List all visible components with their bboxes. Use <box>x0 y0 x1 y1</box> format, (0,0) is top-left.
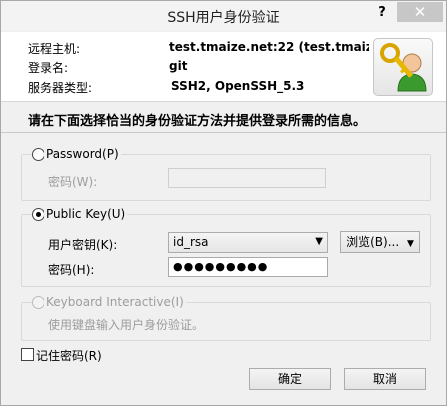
passphrase-input[interactable]: ●●●●●●●●● <box>168 257 328 277</box>
instruction-text: 请在下面选择恰当的身份验证方法并提供登录所需的信息。 <box>28 114 367 129</box>
userkey-value: id_rsa <box>173 235 209 249</box>
cancel-button[interactable]: 取消 <box>344 368 426 390</box>
user-key-icon <box>373 38 433 96</box>
server-type-value: SSH2, OpenSSH_5.3 <box>171 79 305 93</box>
title-bar: SSH用户身份验证 ? ✕ <box>1 1 446 31</box>
userkey-select[interactable]: id_rsa ▼ <box>168 232 328 253</box>
userkey-label: 用户密钥(K): <box>48 238 118 252</box>
password-input[interactable] <box>168 168 326 188</box>
browse-button[interactable]: 浏览(B)... ▼ <box>340 231 420 253</box>
password-group: 密码(W): <box>21 154 431 201</box>
dropdown-arrow-icon: ▼ <box>406 239 414 249</box>
host-value: test.tmaize.net:22 (test.tmaize.net <box>169 40 369 54</box>
password-field-label: 密码(W): <box>48 175 98 189</box>
remember-checkbox[interactable] <box>21 348 34 361</box>
chevron-down-icon: ▼ <box>315 236 323 247</box>
password-radio-label[interactable]: Password(P) <box>44 147 121 161</box>
ssh-auth-dialog: SSH用户身份验证 ? ✕ 远程主机: test.tmaize.net:22 (… <box>0 0 447 406</box>
login-label: 登录名: <box>28 61 69 75</box>
login-value: git <box>169 59 188 73</box>
close-button[interactable]: ✕ <box>397 2 443 22</box>
passphrase-label: 密码(H): <box>48 263 95 277</box>
publickey-group: 用户密钥(K): id_rsa ▼ 浏览(B)... ▼ 密码(H): ●●●●… <box>21 214 431 287</box>
browse-label: 浏览(B)... <box>346 235 400 249</box>
host-label: 远程主机: <box>28 42 81 56</box>
ok-button[interactable]: 确定 <box>249 368 331 390</box>
connection-info-panel: 远程主机: test.tmaize.net:22 (test.tmaize.ne… <box>1 32 446 102</box>
server-type-label: 服务器类型: <box>28 81 93 95</box>
keyboard-description: 使用键盘输入用户身份验证。 <box>48 318 205 332</box>
keyboard-radio-label[interactable]: Keyboard Interactive(I) <box>44 295 186 309</box>
remember-label[interactable]: 记住密码(R) <box>36 347 102 364</box>
separator <box>1 132 446 133</box>
publickey-radio-label[interactable]: Public Key(U) <box>44 207 128 221</box>
help-button[interactable]: ? <box>373 5 391 23</box>
